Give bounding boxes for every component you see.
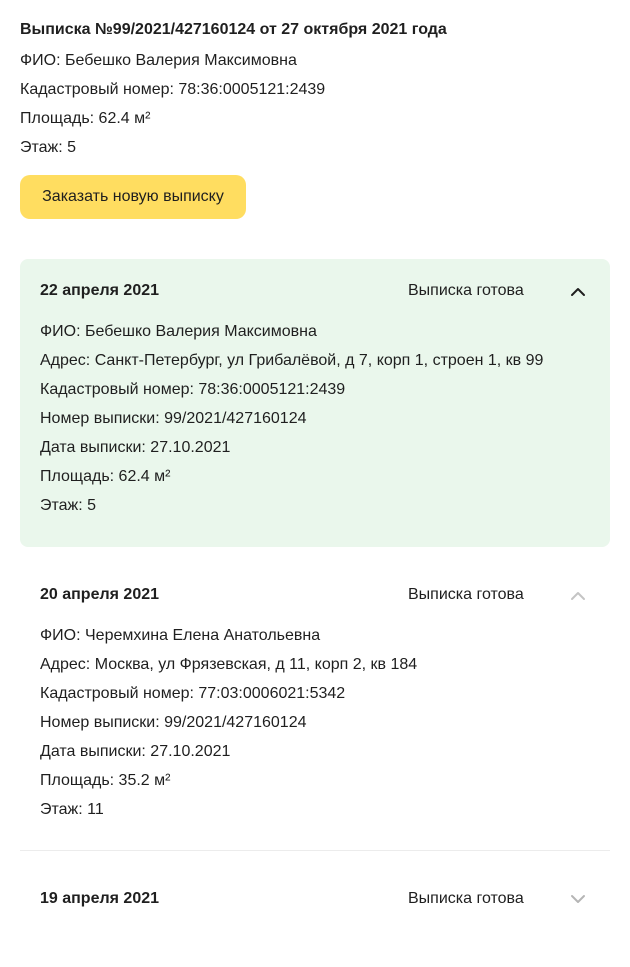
card-fio: ФИО: Бебешко Валерия Максимовна [40,323,317,340]
card-floor: Этаж: 5 [40,497,97,514]
extract-card-body: ФИО: Черемхина Елена Анатольевна Адрес: … [40,621,590,824]
extract-summary: Выписка №99/2021/427160124 от 27 октября… [20,18,610,162]
extract-card-date: 19 апреля 2021 [40,890,160,907]
card-cadastral: Кадастровый номер: 78:36:0005121:2439 [40,381,346,398]
extract-card-header[interactable]: 19 апреля 2021 Выписка готова [20,867,610,931]
extract-card-status: Выписка готова [408,282,524,299]
extract-card-date: 22 апреля 2021 [40,282,160,299]
extract-card-header[interactable]: 22 апреля 2021 Выписка готова [20,259,610,323]
card-area: Площадь: 35.2 м² [40,772,171,789]
summary-fio: ФИО: Бебешко Валерия Максимовна [20,52,297,69]
extract-card-status: Выписка готова [408,890,524,907]
card-cadastral: Кадастровый номер: 77:03:0006021:5342 [40,685,346,702]
card-address: Адрес: Санкт-Петербург, ул Грибалёвой, д… [40,352,544,369]
card-divider [20,850,610,851]
extract-card: 22 апреля 2021 Выписка готова ФИО: Бебеш… [20,259,610,547]
extract-card-status: Выписка готова [408,586,524,603]
card-extract-date: Дата выписки: 27.10.2021 [40,439,231,456]
card-fio: ФИО: Черемхина Елена Анатольевна [40,627,321,644]
card-area: Площадь: 62.4 м² [40,468,171,485]
card-extract-number: Номер выписки: 99/2021/427160124 [40,410,307,427]
card-address: Адрес: Москва, ул Фрязевская, д 11, корп… [40,656,418,673]
extract-card-date: 20 апреля 2021 [40,586,160,603]
order-new-extract-button[interactable]: Заказать новую выписку [20,175,246,219]
extract-title: Выписка №99/2021/427160124 от 27 октября… [20,21,447,38]
extract-card-body: ФИО: Бебешко Валерия Максимовна Адрес: С… [40,317,590,520]
card-extract-number: Номер выписки: 99/2021/427160124 [40,714,307,731]
chevron-up-icon[interactable] [568,281,588,301]
extract-card: 20 апреля 2021 Выписка готова ФИО: Черем… [20,563,610,851]
card-extract-date: Дата выписки: 27.10.2021 [40,743,231,760]
extract-card: 19 апреля 2021 Выписка готова [20,867,610,931]
chevron-down-icon[interactable] [568,889,588,909]
summary-cadastral: Кадастровый номер: 78:36:0005121:2439 [20,81,326,98]
summary-area: Площадь: 62.4 м² [20,110,151,127]
extract-card-header[interactable]: 20 апреля 2021 Выписка готова [20,563,610,627]
card-floor: Этаж: 11 [40,801,104,818]
summary-floor: Этаж: 5 [20,139,77,156]
chevron-up-icon[interactable] [568,585,588,605]
